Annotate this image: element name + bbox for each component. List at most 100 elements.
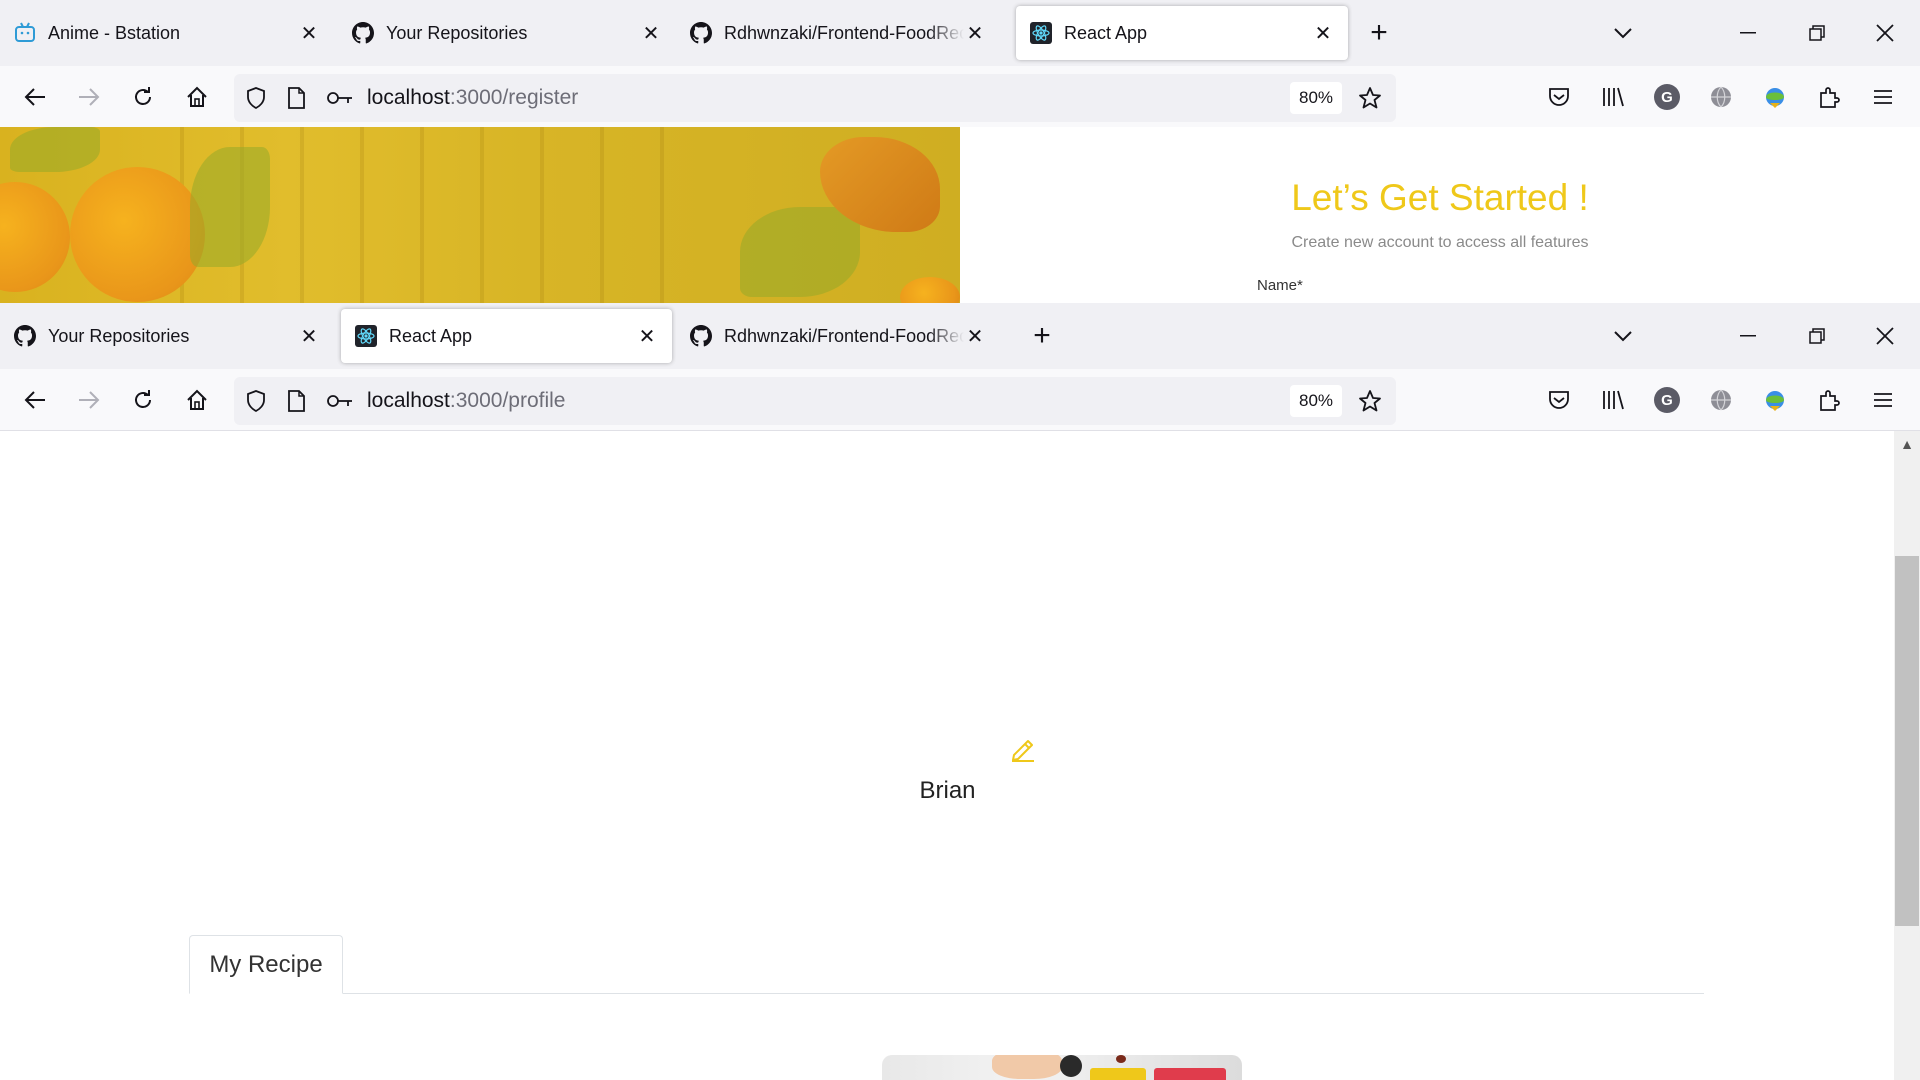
new-tab-button[interactable]: + [1363, 16, 1395, 49]
url-text[interactable]: localhost:3000/profile [367, 389, 565, 413]
tab-title: React App [389, 325, 473, 346]
account-initial: G [1654, 84, 1680, 110]
tab-anime-bstation[interactable]: Anime - Bstation ✕ [0, 6, 334, 60]
close-icon[interactable]: ✕ [964, 22, 986, 45]
bilibili-tv-icon [14, 22, 36, 44]
account-avatar[interactable]: G [1651, 384, 1683, 416]
food-hero-image [0, 127, 960, 303]
tab-bar-top: Anime - Bstation ✕ Your Repositories ✕ R… [0, 0, 1920, 66]
download-manager-extension-icon[interactable] [1759, 81, 1791, 113]
extensions-puzzle-icon[interactable] [1813, 81, 1845, 113]
react-icon [1030, 22, 1052, 44]
tabs-divider [189, 993, 1704, 994]
reload-icon[interactable] [125, 382, 161, 418]
globe-extension-icon[interactable] [1705, 384, 1737, 416]
minimize-icon[interactable] [1728, 316, 1768, 356]
close-icon[interactable]: ✕ [636, 325, 658, 348]
account-avatar[interactable]: G [1651, 81, 1683, 113]
url-bar[interactable]: localhost:3000/register 80% [234, 74, 1396, 122]
restore-icon[interactable] [1797, 316, 1837, 356]
tab-frontend-foodrecipe[interactable]: Rdhwnzaki/Frontend-FoodRecipe ✕ [676, 6, 1000, 60]
nav-bar-top: localhost:3000/register 80% G [0, 66, 1920, 128]
url-path: :3000/register [449, 86, 579, 109]
bookmark-star-icon[interactable] [1356, 84, 1384, 112]
menu-hamburger-icon[interactable] [1867, 384, 1899, 416]
extensions-puzzle-icon[interactable] [1813, 384, 1845, 416]
reload-icon[interactable] [125, 79, 161, 115]
forward-arrow-icon[interactable] [71, 79, 107, 115]
name-field-label: Name* [1257, 277, 1303, 294]
edit-recipe-button[interactable] [1090, 1068, 1146, 1080]
account-initial: G [1654, 387, 1680, 413]
home-icon[interactable] [179, 382, 215, 418]
minimize-icon[interactable] [1728, 13, 1768, 53]
library-icon[interactable] [1597, 384, 1629, 416]
tab-title: Rdhwnzaki/Frontend-FoodRecipe [724, 22, 964, 43]
tab-my-recipe[interactable]: My Recipe [189, 935, 343, 994]
menu-hamburger-icon[interactable] [1867, 81, 1899, 113]
home-icon[interactable] [179, 79, 215, 115]
tracking-protection-shield-icon[interactable] [244, 86, 268, 110]
list-all-tabs-chevron-down-icon[interactable] [1603, 13, 1643, 53]
tab-frontend-foodrecipe[interactable]: Rdhwnzaki/Frontend-FoodRecipe ✕ [676, 309, 1000, 363]
tab-your-repositories[interactable]: Your Repositories ✕ [0, 309, 334, 363]
github-icon [690, 22, 712, 44]
tab-title: Your Repositories [48, 325, 190, 346]
download-manager-extension-icon[interactable] [1759, 384, 1791, 416]
library-icon[interactable] [1597, 81, 1629, 113]
tracking-protection-shield-icon[interactable] [244, 389, 268, 413]
tab-react-app[interactable]: React App ✕ [1016, 6, 1348, 60]
tab-title: Rdhwnzaki/Frontend-FoodRecipe [724, 325, 964, 346]
url-path: :3000/profile [449, 389, 566, 412]
key-icon[interactable] [326, 86, 354, 110]
page-info-icon[interactable] [284, 389, 308, 413]
tab-your-repositories[interactable]: Your Repositories ✕ [338, 6, 676, 60]
restore-icon[interactable] [1797, 13, 1837, 53]
register-subtitle: Create new account to access all feature… [1291, 234, 1589, 251]
globe-extension-icon[interactable] [1705, 81, 1737, 113]
close-icon[interactable]: ✕ [964, 325, 986, 348]
forward-arrow-icon[interactable] [71, 382, 107, 418]
register-title: Let’s Get Started ! [1291, 177, 1589, 218]
edit-pencil-icon[interactable] [1008, 734, 1038, 764]
scroll-up-arrow-icon[interactable]: ▲ [1894, 433, 1920, 455]
back-arrow-icon[interactable] [17, 382, 53, 418]
close-icon[interactable]: ✕ [298, 325, 320, 348]
tab-bar-bottom: Your Repositories ✕ React App ✕ Rdhwnzak… [0, 303, 1920, 369]
delete-recipe-button[interactable] [1154, 1068, 1226, 1080]
zoom-level-button[interactable]: 80% [1290, 385, 1342, 417]
react-icon [355, 325, 377, 347]
nav-bar-bottom: localhost:3000/profile 80% G [0, 369, 1920, 431]
url-host: localhost [367, 86, 450, 109]
close-icon[interactable]: ✕ [1312, 22, 1334, 45]
close-icon[interactable]: ✕ [640, 22, 662, 45]
recipe-card[interactable] [882, 1055, 1242, 1080]
profile-username: Brian [919, 777, 976, 804]
tab-title: Anime - Bstation [48, 22, 181, 43]
url-text[interactable]: localhost:3000/register [367, 86, 578, 110]
tab-react-app[interactable]: React App ✕ [341, 309, 672, 363]
zoom-level-button[interactable]: 80% [1290, 82, 1342, 114]
github-icon [352, 22, 374, 44]
page-info-icon[interactable] [284, 86, 308, 110]
github-icon [14, 325, 36, 347]
page-scrollbar[interactable]: ▲ [1894, 431, 1920, 1080]
github-icon [690, 325, 712, 347]
new-tab-button[interactable]: + [1026, 319, 1058, 352]
url-bar[interactable]: localhost:3000/profile 80% [234, 377, 1396, 425]
register-page: Let’s Get Started ! Create new account t… [0, 127, 1920, 303]
pocket-icon[interactable] [1543, 81, 1575, 113]
scrollbar-thumb[interactable] [1895, 556, 1919, 926]
url-host: localhost [367, 389, 450, 412]
bookmark-star-icon[interactable] [1356, 387, 1384, 415]
close-icon[interactable]: ✕ [298, 22, 320, 45]
key-icon[interactable] [326, 389, 354, 413]
tab-title: React App [1064, 22, 1148, 43]
close-window-icon[interactable] [1865, 13, 1905, 53]
profile-page: Brian My Recipe ▲ [0, 431, 1920, 1080]
tab-title: Your Repositories [386, 22, 528, 43]
close-window-icon[interactable] [1865, 316, 1905, 356]
pocket-icon[interactable] [1543, 384, 1575, 416]
back-arrow-icon[interactable] [17, 79, 53, 115]
list-all-tabs-chevron-down-icon[interactable] [1603, 316, 1643, 356]
